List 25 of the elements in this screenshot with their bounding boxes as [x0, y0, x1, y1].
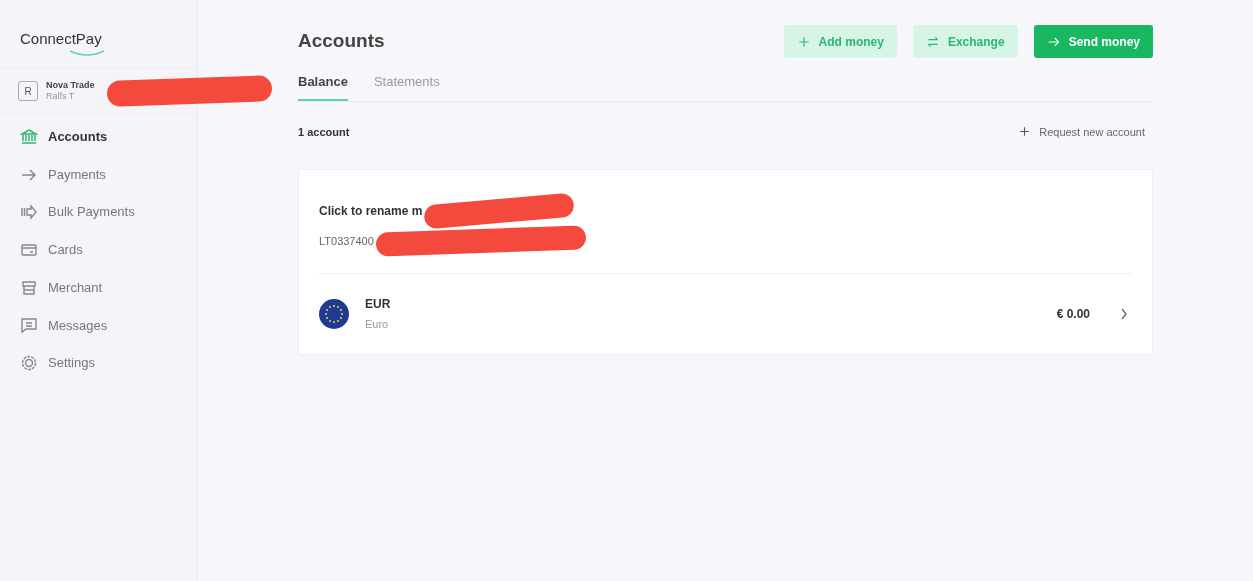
account-count: 1 account — [298, 124, 350, 140]
sidebar-item[interactable]: Accounts — [0, 118, 197, 156]
balance-amount: € 0.00 — [1056, 306, 1090, 323]
sidebar-item[interactable]: Merchant — [0, 268, 197, 307]
account-name[interactable]: Click to rename m — [319, 202, 423, 220]
request-account-link[interactable]: Request new account — [1018, 123, 1145, 140]
page-title: Accounts — [298, 30, 385, 53]
logo: ConnectPay — [20, 30, 102, 47]
currency-row[interactable]: EUR Euro € 0.00 — [319, 274, 1132, 354]
user-name: Ralfs T — [46, 91, 76, 102]
action-button[interactable]: Send money — [1033, 25, 1153, 58]
currency-code: EUR — [365, 296, 391, 314]
company-name: Nova Trade — [46, 80, 95, 91]
sidebar-item[interactable]: Settings — [0, 344, 197, 382]
currency-name: Euro — [365, 317, 390, 333]
sidebar-item[interactable]: Cards — [0, 231, 197, 269]
tab[interactable]: Statements — [373, 72, 440, 101]
action-button[interactable]: Exchange — [912, 25, 1018, 58]
company-avatar: R — [18, 81, 38, 101]
iban: LT0337400 — [319, 233, 374, 249]
sidebar-item[interactable]: Messages — [0, 306, 197, 345]
sidebar-item[interactable]: Payments — [0, 155, 197, 194]
sidebar-item[interactable]: Bulk Payments — [0, 193, 197, 232]
tab[interactable]: Balance — [298, 72, 348, 101]
action-button[interactable]: Add money — [783, 25, 897, 58]
